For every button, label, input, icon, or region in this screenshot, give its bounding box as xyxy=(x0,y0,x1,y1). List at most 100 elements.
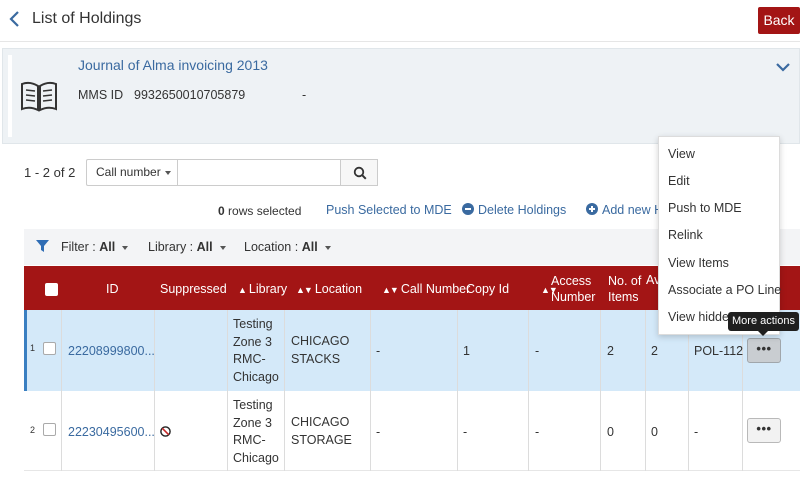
menu-item-view-items[interactable]: View Items xyxy=(668,256,729,270)
sort-icon: ▲▼ xyxy=(296,285,313,295)
column-divider xyxy=(227,310,228,471)
column-header-copy-id[interactable]: Copy Id xyxy=(466,282,509,296)
caret-down-icon xyxy=(324,245,331,250)
page-title: List of Holdings xyxy=(32,10,142,27)
filter-dropdown-general[interactable]: Filter : All xyxy=(61,240,129,254)
po-line-cell: - xyxy=(694,425,699,439)
push-selected-to-mde-link[interactable]: Push Selected to MDE xyxy=(326,203,452,217)
card-accent xyxy=(8,55,12,137)
column-header-label: Library xyxy=(248,282,288,296)
rows-selected-text: 0 rows selected xyxy=(218,204,301,218)
page-header: List of Holdings Back xyxy=(0,0,800,42)
holding-id-link[interactable]: 22230495600... xyxy=(68,425,155,439)
library-line: RMC- xyxy=(233,433,266,447)
record-title-link[interactable]: Journal of Alma invoicing 2013 xyxy=(78,57,268,73)
menu-item-view-hidden[interactable]: View hidden xyxy=(668,310,736,324)
copy-id-cell: - xyxy=(463,425,468,439)
column-header-suppressed[interactable]: Suppressed xyxy=(160,282,227,296)
delete-holdings-button[interactable]: Delete Holdings xyxy=(462,203,566,217)
caret-down-icon xyxy=(219,245,226,250)
filter-funnel-icon xyxy=(36,240,49,252)
column-divider xyxy=(154,310,155,471)
search-field-select[interactable]: Call number xyxy=(86,159,177,186)
search-input[interactable] xyxy=(177,159,341,186)
row-checkbox[interactable] xyxy=(43,423,56,436)
column-divider xyxy=(284,310,285,471)
items-count-cell: 2 xyxy=(607,344,614,358)
copy-id-cell: 1 xyxy=(463,344,470,358)
delete-holdings-label: Delete Holdings xyxy=(478,203,567,217)
location-line: CHICAGO xyxy=(291,334,350,348)
column-header-line: Items xyxy=(608,290,639,304)
column-divider xyxy=(645,310,646,471)
library-line: Testing xyxy=(233,317,273,331)
column-header-library[interactable]: ▲ Library xyxy=(238,282,287,296)
back-button[interactable]: Back xyxy=(758,7,800,34)
row-index: 2 xyxy=(30,425,36,435)
result-count: 1 - 2 of 2 xyxy=(24,165,76,180)
plus-circle-icon xyxy=(586,203,598,215)
column-header-line: Number xyxy=(551,290,596,304)
row-checkbox[interactable] xyxy=(43,342,56,355)
column-header-location[interactable]: ▲▼ Location xyxy=(296,282,362,296)
caret-down-icon xyxy=(122,245,129,250)
location-line: STORAGE xyxy=(291,432,352,447)
menu-item-edit[interactable]: Edit xyxy=(668,174,690,188)
minus-circle-icon xyxy=(462,203,474,215)
more-actions-button[interactable]: ••• xyxy=(747,338,781,363)
library-line: Zone 3 xyxy=(233,415,272,430)
more-actions-button[interactable]: ••• xyxy=(747,418,781,443)
column-header-line: No. of xyxy=(608,274,642,288)
column-divider xyxy=(370,310,371,471)
rows-selected-suffix: rows selected xyxy=(224,204,302,218)
record-extra-value: - xyxy=(302,88,307,102)
mms-id-value: 9932650010705879 xyxy=(134,88,246,102)
menu-item-view[interactable]: View xyxy=(668,147,695,161)
column-divider xyxy=(600,310,601,471)
search-button[interactable] xyxy=(340,159,378,186)
column-header-items[interactable]: No. of Items xyxy=(608,273,641,305)
sort-asc-icon: ▲ xyxy=(238,285,247,295)
available-cell: 2 xyxy=(651,344,658,358)
select-all-checkbox[interactable] xyxy=(45,283,58,296)
items-count-cell: 0 xyxy=(607,425,614,439)
filter-dropdown-location[interactable]: Location : All xyxy=(244,240,331,254)
caret-down-icon xyxy=(164,170,171,175)
search-icon xyxy=(353,166,367,180)
back-chevron-icon[interactable] xyxy=(7,10,23,28)
filter-label: Library : xyxy=(148,240,197,254)
access-number-cell: - xyxy=(535,425,540,439)
chevron-down-icon[interactable] xyxy=(775,60,791,74)
menu-item-associate-po-line[interactable]: Associate a PO Line xyxy=(668,283,781,297)
book-icon xyxy=(21,81,57,112)
available-cell: 0 xyxy=(651,425,658,439)
column-header-id[interactable]: ID xyxy=(106,282,119,296)
filter-value: All xyxy=(301,240,318,254)
location-cell: CHICAGO STACKS xyxy=(291,333,349,368)
library-line: Testing xyxy=(233,398,273,412)
menu-item-relink[interactable]: Relink xyxy=(668,228,703,242)
filter-label: Location : xyxy=(244,240,302,254)
menu-item-push-to-mde[interactable]: Push to MDE xyxy=(668,201,742,215)
call-number-cell: - xyxy=(376,425,381,439)
rows-selected-count: 0 xyxy=(218,204,225,218)
holding-id-link[interactable]: 22208999800... xyxy=(68,344,155,358)
column-divider xyxy=(528,310,529,471)
mms-id-label: MMS ID xyxy=(78,88,124,102)
filter-dropdown-library[interactable]: Library : All xyxy=(148,240,226,254)
library-line: Chicago xyxy=(233,369,279,384)
location-cell: CHICAGO STORAGE xyxy=(291,414,352,449)
column-header-line: Access xyxy=(551,274,592,288)
filter-value: All xyxy=(99,240,116,254)
access-number-cell: - xyxy=(535,344,540,358)
po-line-cell: POL-112 xyxy=(694,344,744,358)
library-line: Zone 3 xyxy=(233,334,272,349)
column-header-call-number[interactable]: ▲▼ Call Number xyxy=(382,282,470,296)
row-actions-menu: View Edit Push to MDE Relink View Items … xyxy=(658,136,781,335)
search-field-label: Call number xyxy=(96,165,161,179)
call-number-cell: - xyxy=(376,344,381,358)
filter-value: All xyxy=(196,240,213,254)
location-line: STACKS xyxy=(291,351,341,366)
row-index: 1 xyxy=(30,343,36,353)
column-header-access-number[interactable]: Access Number xyxy=(551,273,595,305)
